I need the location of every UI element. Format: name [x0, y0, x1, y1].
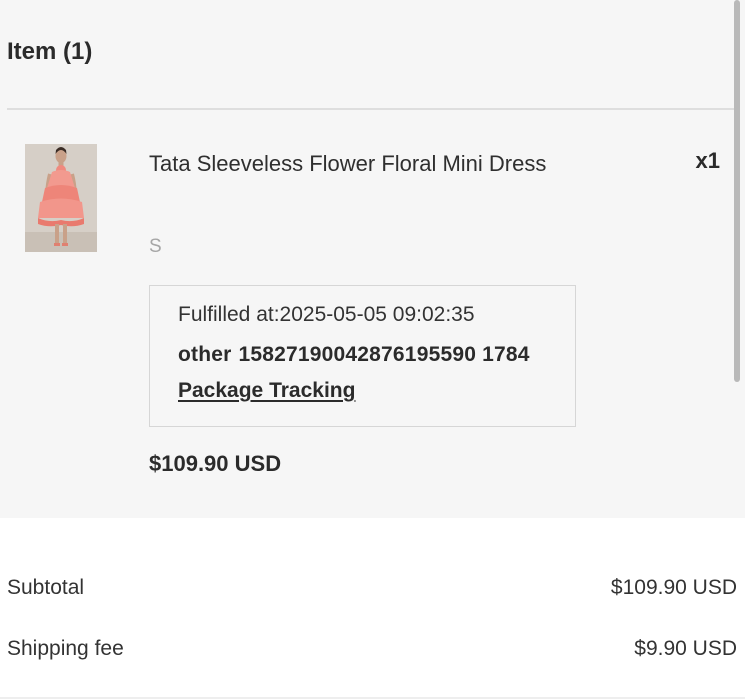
tracking-number: 15827190042876195590 1784: [238, 343, 530, 366]
product-thumbnail[interactable]: [25, 144, 97, 252]
item-price: $109.90 USD: [149, 451, 282, 476]
tracking-info: other 15827190042876195590 1784: [178, 343, 537, 367]
shipping-row: Shipping fee $9.90 USD: [7, 637, 737, 661]
shipping-value: $9.90 USD: [634, 637, 737, 660]
package-tracking-link[interactable]: Package Tracking: [178, 379, 355, 403]
shipping-label: Shipping fee: [7, 637, 124, 660]
item-quantity: x1: [695, 148, 720, 173]
item-variant: S: [149, 236, 162, 257]
subtotal-value: $109.90 USD: [610, 576, 737, 599]
scrollbar[interactable]: [734, 0, 740, 382]
subtotal-row: Subtotal $109.90 USD: [7, 576, 737, 600]
subtotal-label: Subtotal: [7, 576, 85, 599]
order-items-panel: Item (1) Tata Sleeveless Flower Floral M…: [0, 0, 745, 518]
carrier-name: other: [178, 343, 232, 366]
items-title: Item (1): [7, 38, 93, 65]
product-name[interactable]: Tata Sleeveless Flower Floral Mini Dress: [149, 145, 549, 182]
product-photo-icon: [25, 144, 97, 252]
section-divider: [7, 108, 740, 110]
fulfilled-at: Fulfilled at:2025-05-05 09:02:35: [178, 303, 475, 326]
fulfillment-box: Fulfilled at:2025-05-05 09:02:35 other 15…: [149, 285, 576, 427]
